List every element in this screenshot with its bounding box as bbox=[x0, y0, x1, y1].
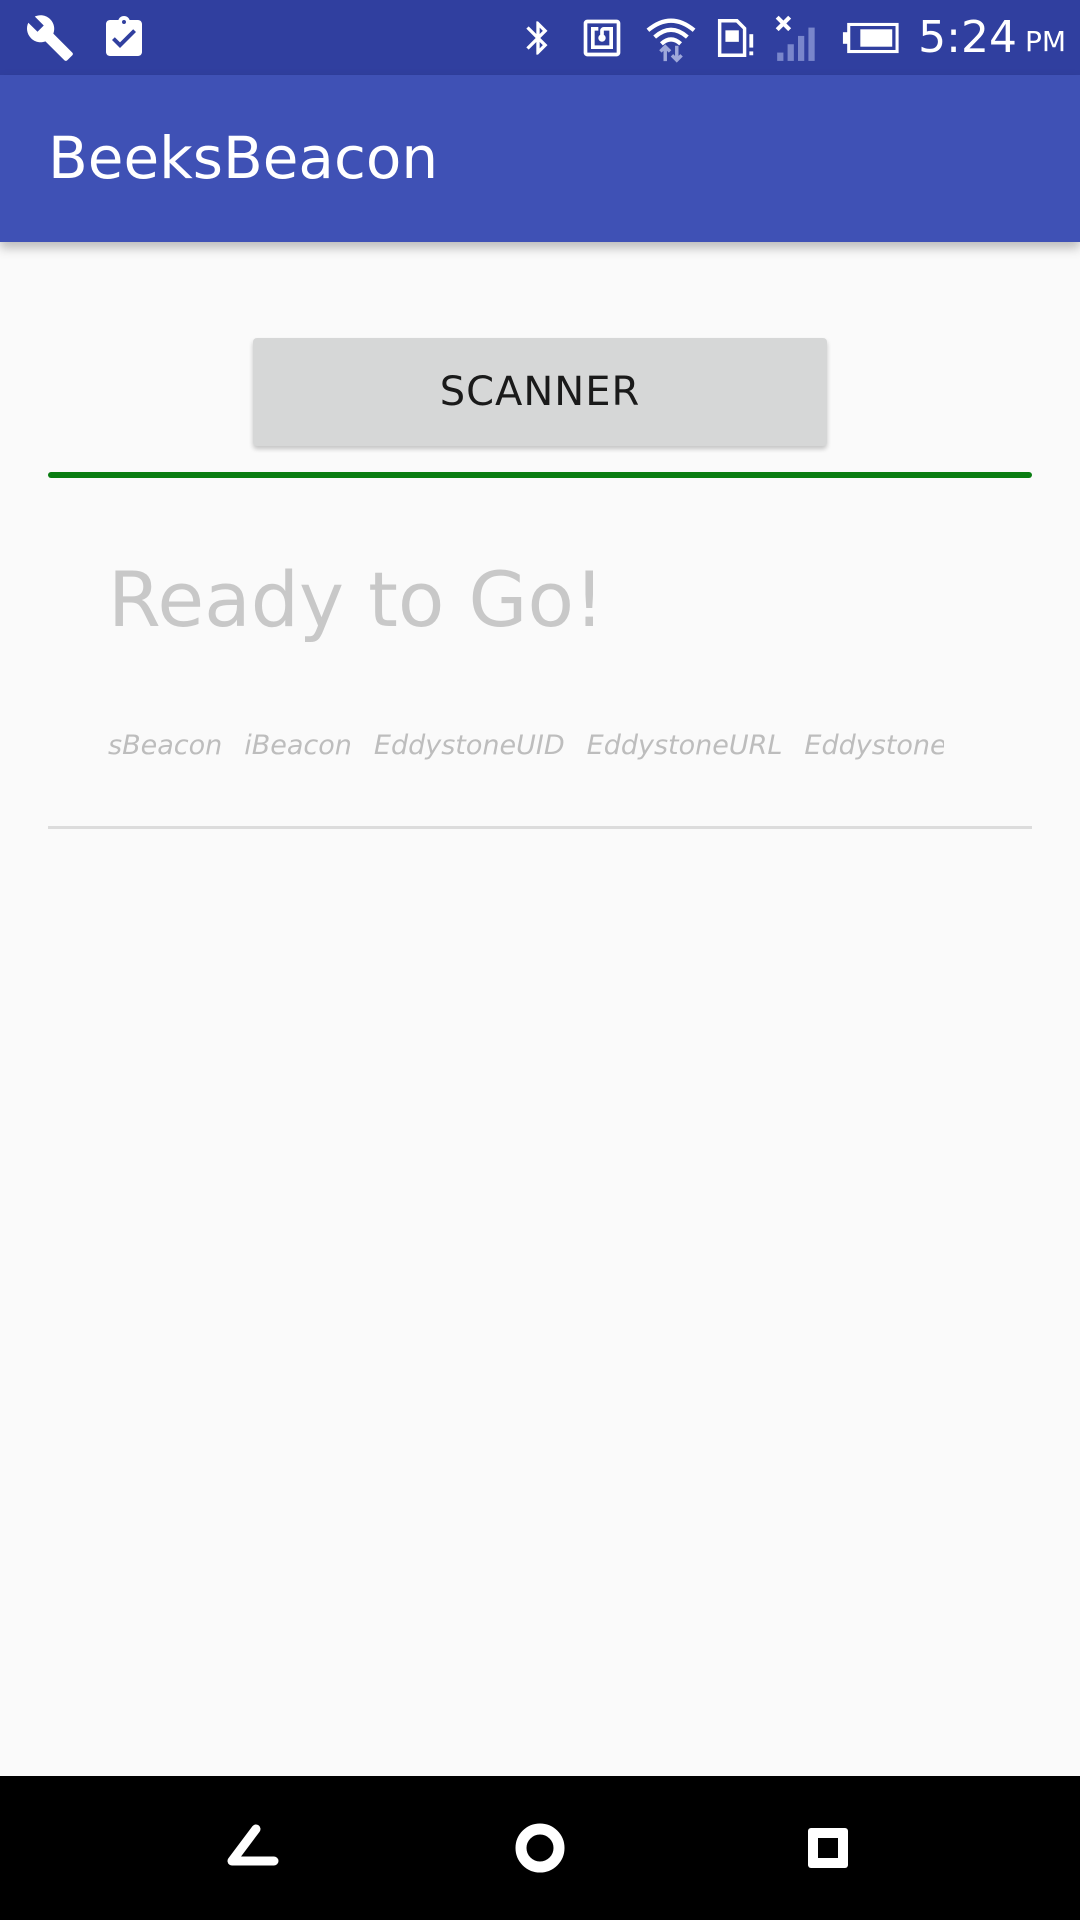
navigation-bar bbox=[0, 1776, 1080, 1920]
app-bar: BeeksBeacon bbox=[0, 75, 1080, 242]
progress-line bbox=[48, 472, 1032, 478]
wifi-icon bbox=[643, 0, 699, 75]
divider bbox=[48, 826, 1032, 829]
recents-icon[interactable] bbox=[768, 1776, 888, 1920]
signal-off-icon bbox=[772, 0, 824, 75]
nfc-icon bbox=[578, 0, 626, 75]
bluetooth-icon bbox=[514, 0, 562, 75]
home-icon[interactable] bbox=[480, 1776, 600, 1920]
clipboard-check-icon bbox=[96, 0, 152, 75]
battery-icon bbox=[840, 0, 900, 75]
scanner-button[interactable]: SCANNER bbox=[253, 338, 827, 446]
beacon-type-sbeacon: sBeacon bbox=[108, 730, 223, 761]
beacon-types-list: sBeacon iBeacon EddystoneUID EddystoneUR… bbox=[108, 730, 944, 761]
sim-alert-icon bbox=[710, 0, 760, 75]
status-bar: 5:24 PM bbox=[0, 0, 1080, 75]
back-icon[interactable] bbox=[192, 1776, 312, 1920]
beacon-type-eddystone-tlm: EddystoneTLM bbox=[804, 730, 944, 761]
clock: 5:24 PM bbox=[918, 0, 1066, 75]
clock-time: 5:24 bbox=[918, 12, 1017, 63]
status-text: Ready to Go! bbox=[108, 555, 605, 644]
beacon-type-ibeacon: iBeacon bbox=[244, 730, 352, 761]
beacon-type-eddystone-url: EddystoneURL bbox=[586, 730, 783, 761]
clock-ampm: PM bbox=[1024, 25, 1066, 58]
wrench-icon bbox=[22, 0, 78, 75]
beacon-type-eddystone-uid: EddystoneUID bbox=[373, 730, 565, 761]
app-title: BeeksBeacon bbox=[48, 124, 439, 192]
